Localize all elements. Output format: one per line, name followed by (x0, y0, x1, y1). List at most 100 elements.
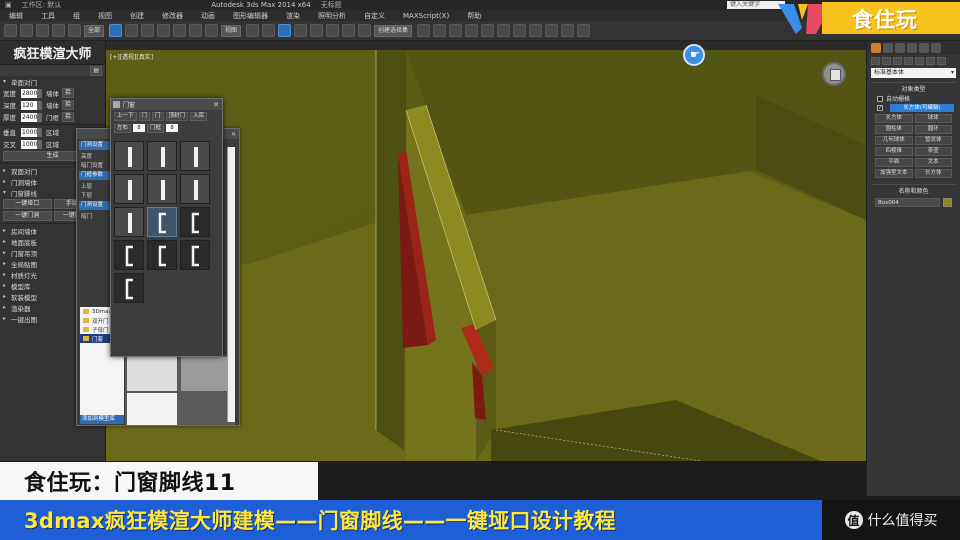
unlink-icon[interactable] (52, 24, 65, 37)
menu-item-create[interactable]: 创建 (121, 11, 153, 21)
menu-item-lighting[interactable]: 照明分析 (309, 11, 355, 21)
display-tab-icon[interactable] (919, 43, 929, 53)
move-icon[interactable] (173, 24, 187, 37)
text-button[interactable]: 文本 (914, 158, 952, 167)
sphere-button[interactable]: 球体 (914, 114, 952, 123)
object-color-swatch[interactable] (943, 198, 952, 207)
menu-item-views[interactable]: 视图 (89, 11, 121, 21)
space-warps-icon[interactable] (926, 56, 935, 65)
render-iterative-icon[interactable] (577, 24, 591, 37)
graphite-ribbon-icon[interactable] (465, 24, 479, 37)
door-profile-cell[interactable] (114, 207, 144, 237)
menu-item-rendering[interactable]: 渲染 (277, 11, 309, 21)
close-icon[interactable]: ✕ (231, 131, 236, 138)
door-profile-cell[interactable] (114, 273, 144, 303)
menu-item-help[interactable]: 帮助 (458, 11, 490, 21)
one-click-doorway-button[interactable]: 一键门洞 (3, 211, 52, 221)
percent-snap-icon[interactable] (326, 24, 340, 37)
frame-button[interactable]: 门框 (147, 123, 165, 133)
plane-button[interactable]: 平面 (875, 158, 913, 167)
spinner-icon[interactable] (37, 139, 42, 149)
spinner-icon[interactable] (37, 88, 42, 98)
door-profile-cell[interactable] (180, 207, 210, 237)
spinner-icon[interactable] (37, 100, 42, 110)
redo-icon[interactable] (20, 24, 33, 37)
up-down-button[interactable]: 上一下 (114, 111, 137, 121)
door-profile-cell[interactable] (180, 141, 210, 171)
active-object-button[interactable]: 长方体(可编辑) (890, 103, 954, 112)
angle-snap-icon[interactable] (310, 24, 324, 37)
active-checkbox[interactable] (877, 104, 883, 111)
window-crossing-icon[interactable] (157, 24, 171, 37)
pyramid-button[interactable]: 四棱锥 (875, 147, 913, 156)
systems-icon[interactable] (937, 56, 946, 65)
render-setup-icon[interactable] (529, 24, 543, 37)
hierarchy-tab-icon[interactable] (895, 43, 905, 53)
motion-tab-icon[interactable] (907, 43, 917, 53)
setting-header[interactable]: 门洞设置 (79, 141, 113, 150)
spinner-icon[interactable] (37, 127, 42, 137)
cross-input[interactable]: 1000 (21, 139, 37, 149)
plugin-menu-button[interactable]: ▤ (90, 65, 102, 76)
pick-button[interactable]: 拾 (62, 88, 75, 98)
pick-button[interactable]: 拾 (62, 100, 75, 110)
viewport-label[interactable]: [+][透视][真实] (110, 52, 153, 61)
door-profile-cell[interactable] (114, 174, 144, 204)
height-input[interactable]: 2400 (21, 112, 37, 122)
box-button[interactable]: 长方体 (875, 114, 913, 123)
menu-item-graph-editors[interactable]: 图形编辑器 (224, 11, 277, 21)
keyboard-shortcut-icon[interactable] (278, 24, 292, 37)
section-header-single-door[interactable]: ▾ 单面对门 (0, 76, 105, 87)
thumbnail[interactable] (127, 393, 177, 425)
door-profile-cell[interactable] (147, 141, 177, 171)
menu-item-maxscript[interactable]: MAXScript(X) (394, 12, 458, 20)
door-profile-cell[interactable] (147, 174, 177, 204)
cylinder-button[interactable]: 圆柱体 (875, 125, 913, 134)
reference-coordinate-dropdown[interactable]: 视图 (221, 24, 242, 37)
tube-button[interactable]: 管状体 (914, 136, 952, 145)
schematic-view-icon[interactable] (497, 24, 511, 37)
select-object-icon[interactable] (109, 24, 123, 37)
add-to-library-button[interactable]: 添加到模型库 (80, 415, 124, 424)
door-button-a[interactable]: 门 (138, 111, 151, 121)
door-profile-cell[interactable] (147, 240, 177, 270)
scrollbar[interactable] (227, 147, 235, 422)
menu-item-group[interactable]: 组 (64, 11, 89, 21)
rendered-frame-icon[interactable] (545, 24, 559, 37)
vertical-input[interactable]: 1000 (21, 127, 37, 137)
menu-item-customize[interactable]: 自定义 (355, 11, 394, 21)
link-icon[interactable] (36, 24, 49, 37)
box-button-alt[interactable]: 长方体 (914, 169, 952, 178)
menu-item-tools[interactable]: 工具 (32, 11, 64, 21)
object-category-dropdown[interactable]: 标准基本体 (871, 68, 956, 78)
shapes-icon[interactable] (882, 56, 891, 65)
menu-item-modifiers[interactable]: 修改器 (153, 11, 192, 21)
edit-named-selection-icon[interactable] (358, 24, 372, 37)
rectangular-selection-icon[interactable] (141, 24, 155, 37)
depth-input[interactable]: 120 (21, 100, 37, 110)
named-selection-dropdown[interactable]: 创建选择集 (374, 24, 413, 37)
setting-header[interactable]: 门洞设置 (79, 201, 113, 210)
door-button-b[interactable]: 门 (152, 111, 164, 121)
material-editor-icon[interactable] (513, 24, 527, 37)
selection-filter-dropdown[interactable]: 全部 (84, 24, 105, 37)
select-by-name-icon[interactable] (125, 24, 139, 37)
workspace-dropdown[interactable]: 工作区: 默认 (17, 0, 67, 10)
close-icon[interactable]: ✕ (213, 101, 219, 109)
menu-item-edit[interactable]: 编辑 (0, 11, 32, 21)
cameras-icon[interactable] (904, 56, 913, 65)
app-logo[interactable]: ▣ (0, 1, 17, 9)
torus-button[interactable]: 圆环 (914, 125, 952, 134)
textplus-button[interactable]: 加强型文本 (875, 169, 913, 178)
curve-editor-icon[interactable] (481, 24, 495, 37)
modify-tab-icon[interactable] (883, 43, 893, 53)
render-icon[interactable] (561, 24, 575, 37)
manipulate-icon[interactable] (262, 24, 276, 37)
geosphere-button[interactable]: 几何球体 (875, 136, 913, 145)
offset-input[interactable]: 8 (133, 124, 146, 132)
top-seal-button[interactable]: 顶封门 (165, 111, 189, 121)
autogrid-checkbox[interactable] (877, 95, 883, 102)
viewcube-icon[interactable] (822, 62, 846, 86)
door-profile-cell[interactable] (114, 240, 144, 270)
left-right-button[interactable]: 左右 (114, 123, 132, 133)
